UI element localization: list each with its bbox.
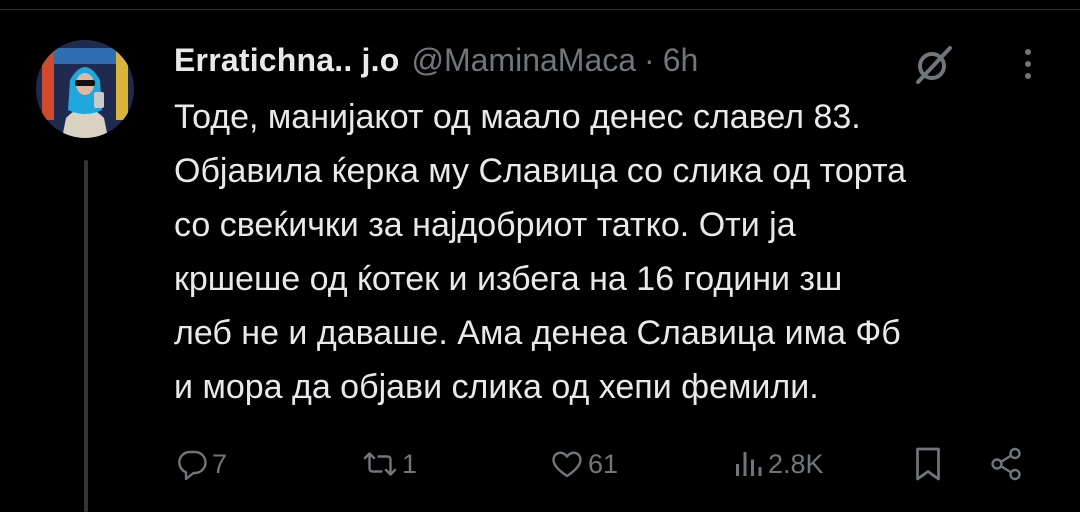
bookmark-button[interactable]	[912, 438, 944, 490]
reply-count: 7	[212, 448, 228, 479]
more-icon	[1025, 49, 1031, 79]
separator-dot: ·	[644, 41, 655, 78]
more-options-button[interactable]	[1004, 40, 1052, 88]
views-icon	[736, 452, 762, 476]
top-divider	[0, 9, 1080, 10]
author-handle[interactable]: @MaminaMaca	[411, 42, 636, 79]
grok-icon	[916, 46, 952, 84]
author-display-name[interactable]: Erratichna.. j.o	[174, 42, 399, 79]
share-button[interactable]	[988, 438, 1024, 490]
tweet-text-line: леб не и даваше. Ама денеа Славица има Ф…	[174, 314, 901, 352]
tweet-timestamp[interactable]: 6h	[663, 42, 699, 79]
reply-icon	[178, 450, 207, 481]
avatar[interactable]	[36, 40, 134, 138]
tweet-text-line: и мора да објави слика од хепи фемили.	[174, 368, 819, 406]
tweet-text-line: Тоде, манијакот од маало денес славел 83…	[174, 98, 861, 136]
views-count: 2.8K	[768, 448, 824, 479]
action-bar: 7 1 61 2.8K	[174, 438, 1044, 490]
tweet-text: Тоде, манијакот од маало денес славел 83…	[174, 90, 1064, 414]
tweet-header: Erratichna.. j.o @MaminaMaca · 6h	[174, 38, 698, 82]
thread-line	[84, 160, 88, 512]
like-count: 61	[588, 448, 619, 479]
retweet-count: 1	[402, 448, 418, 479]
share-icon	[991, 447, 1021, 481]
like-button[interactable]: 61	[548, 438, 618, 490]
bookmark-icon	[916, 447, 940, 481]
retweet-icon	[363, 452, 397, 476]
avatar-image	[36, 40, 134, 138]
like-icon	[552, 451, 582, 478]
tweet-text-line: Објавила ќерка му Славица со слика од то…	[174, 152, 907, 190]
tweet-text-line: со свеќички за најдобриот татко. Оти ја	[174, 206, 796, 244]
reply-button[interactable]: 7	[174, 438, 227, 490]
grok-button[interactable]	[910, 40, 958, 88]
tweet-text-line: кршеше од ќотек и избега на 16 години зш	[174, 260, 843, 298]
views-button[interactable]: 2.8K	[730, 438, 824, 490]
retweet-button[interactable]: 1	[360, 438, 417, 490]
